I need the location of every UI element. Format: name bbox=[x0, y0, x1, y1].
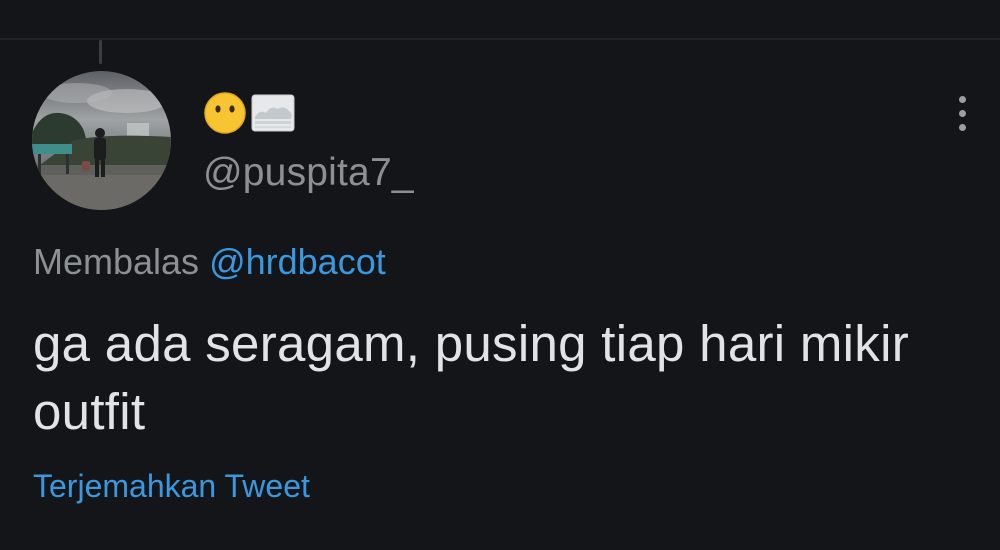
fog-emoji-icon bbox=[251, 94, 295, 132]
more-dot bbox=[958, 109, 966, 117]
more-dot bbox=[958, 123, 966, 131]
more-dot bbox=[958, 95, 966, 103]
neutral-face-emoji-icon bbox=[204, 92, 246, 134]
thread-connector-line bbox=[99, 40, 102, 64]
reply-prefix: Membalas bbox=[33, 241, 200, 282]
reply-context: Membalas @hrdbacot bbox=[33, 240, 386, 284]
username[interactable]: @puspita7_ bbox=[203, 150, 414, 196]
more-vertical-icon[interactable] bbox=[944, 90, 980, 136]
translate-tweet-link[interactable]: Terjemahkan Tweet bbox=[33, 466, 310, 506]
avatar[interactable] bbox=[32, 71, 171, 210]
tweet-text: ga ada seragam, pusing tiap hari mikir o… bbox=[33, 315, 910, 440]
display-name[interactable] bbox=[203, 90, 295, 136]
tweet-view: @puspita7_ Membalas @hrdbacot ga ada ser… bbox=[0, 0, 1000, 550]
avatar-photo bbox=[32, 71, 171, 210]
reply-mention-link[interactable]: @hrdbacot bbox=[209, 241, 386, 282]
top-divider bbox=[0, 38, 1000, 40]
